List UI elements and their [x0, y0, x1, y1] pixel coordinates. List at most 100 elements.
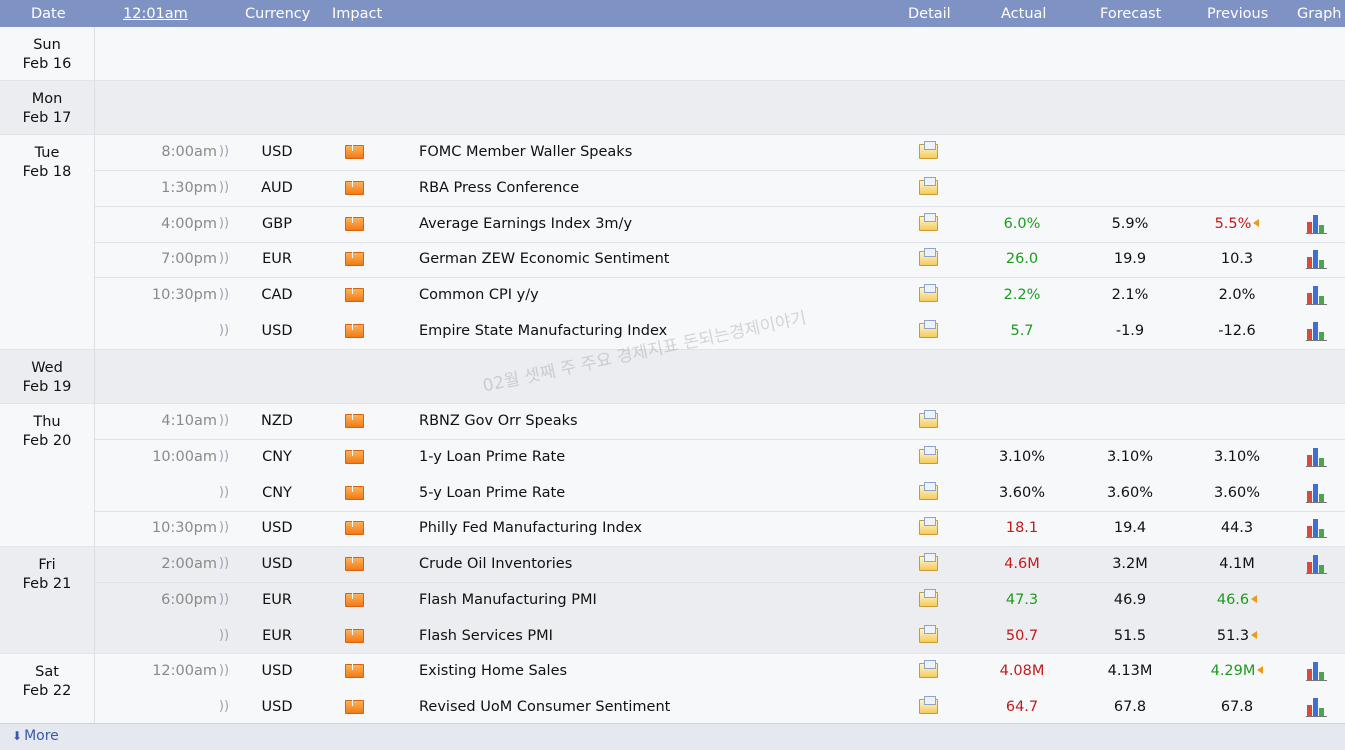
detail-folder-icon[interactable] [917, 619, 941, 655]
detail-folder-icon[interactable] [917, 207, 941, 243]
day-group: Thu Feb 20 4:10am)) NZD RBNZ Gov Orr Speaks 1… [0, 404, 1345, 547]
previous-value: 44.3 [1187, 511, 1287, 547]
sound-alert-icon[interactable]: )) [215, 278, 233, 314]
event-title[interactable]: Crude Oil Inventories [419, 547, 572, 583]
event-title[interactable]: Flash Manufacturing PMI [419, 583, 597, 619]
event-row[interactable]: )) USD Empire State Manufacturing Index 5.7… [95, 314, 1345, 350]
detail-folder-icon[interactable] [917, 135, 941, 171]
event-row[interactable]: )) USD Revised UoM Consumer Sentiment 64.7 6… [95, 690, 1345, 726]
event-title[interactable]: RBNZ Gov Orr Speaks [419, 404, 578, 440]
sound-alert-icon[interactable]: )) [215, 440, 233, 476]
event-title[interactable]: Flash Services PMI [419, 619, 553, 655]
previous-column-header: Previous [1207, 6, 1269, 22]
event-row[interactable]: 12:00am)) USD Existing Home Sales 4.08M 4.13… [95, 654, 1345, 690]
event-title[interactable]: Empire State Manufacturing Index [419, 314, 667, 350]
sound-alert-icon[interactable]: )) [215, 654, 233, 690]
event-row[interactable]: 6:00pm)) EUR Flash Manufacturing PMI 47.3 46… [95, 583, 1345, 619]
sound-alert-icon[interactable]: )) [215, 404, 233, 440]
sound-alert-icon[interactable]: )) [215, 476, 233, 512]
event-row[interactable]: )) CNY 5-y Loan Prime Rate 3.60% 3.60% 3.60% [95, 476, 1345, 512]
impact-folder-icon [345, 690, 367, 726]
event-row[interactable]: 1:30pm)) AUD RBA Press Conference [95, 171, 1345, 207]
forecast-value: 3.2M [1112, 556, 1148, 572]
sound-alert-icon[interactable]: )) [215, 171, 233, 207]
event-time: 1:30pm [161, 180, 217, 196]
graph-icon[interactable] [1306, 654, 1330, 690]
detail-folder-icon[interactable] [917, 511, 941, 547]
currency-code: CAD [261, 287, 293, 303]
event-title[interactable]: Philly Fed Manufacturing Index [419, 511, 642, 547]
sound-alert-icon[interactable]: )) [215, 242, 233, 278]
detail-folder-icon[interactable] [917, 278, 941, 314]
detail-folder-icon[interactable] [917, 476, 941, 512]
timezone-time-link[interactable]: 12:01am [123, 6, 188, 22]
graph-icon[interactable] [1306, 476, 1330, 512]
sound-alert-icon[interactable]: )) [215, 690, 233, 726]
revised-marker-icon[interactable] [1251, 595, 1258, 603]
detail-folder-icon[interactable] [917, 171, 941, 207]
event-time: 4:10am [161, 413, 217, 429]
event-row[interactable]: 10:30pm)) CAD Common CPI y/y 2.2% 2.1% 2.0% [95, 278, 1345, 314]
event-title[interactable]: Revised UoM Consumer Sentiment [419, 690, 670, 726]
sound-alert-icon[interactable]: )) [215, 314, 233, 350]
actual-value: 50.7 [1005, 628, 1039, 644]
revised-marker-icon[interactable] [1251, 631, 1258, 639]
detail-folder-icon[interactable] [917, 314, 941, 350]
sound-alert-icon[interactable]: )) [215, 547, 233, 583]
event-row[interactable]: 10:30pm)) USD Philly Fed Manufacturing Ind… [95, 511, 1345, 547]
sound-alert-icon[interactable]: )) [215, 583, 233, 619]
event-title[interactable]: FOMC Member Waller Speaks [419, 135, 632, 171]
detail-folder-icon[interactable] [917, 547, 941, 583]
sound-alert-icon[interactable]: )) [215, 207, 233, 243]
event-row[interactable]: )) EUR Flash Services PMI 50.7 51.5 51.3 [95, 619, 1345, 655]
event-row[interactable]: 7:00pm)) EUR German ZEW Economic Sentiment… [95, 242, 1345, 278]
event-row[interactable]: 10:00am)) CNY 1-y Loan Prime Rate 3.10% 3.10… [95, 440, 1345, 476]
event-title[interactable]: German ZEW Economic Sentiment [419, 242, 669, 278]
event-row[interactable]: 4:10am)) NZD RBNZ Gov Orr Speaks [95, 404, 1345, 440]
event-time: 10:30pm [151, 287, 217, 303]
date-cell: Thu Feb 20 [0, 404, 95, 546]
currency-code: USD [261, 323, 293, 339]
graph-icon[interactable] [1306, 314, 1330, 350]
event-title[interactable]: Average Earnings Index 3m/y [419, 207, 632, 243]
previous-value: 5.5% [1187, 207, 1287, 243]
previous-value [1187, 171, 1287, 207]
day-group: Wed Feb 19 [0, 350, 1345, 404]
more-link[interactable]: ⬇ More [12, 728, 59, 744]
forecast-value: 19.4 [1113, 520, 1147, 536]
previous-value-text: 67.8 [1220, 699, 1254, 715]
detail-folder-icon[interactable] [917, 690, 941, 726]
event-title[interactable]: 5-y Loan Prime Rate [419, 476, 565, 512]
sound-alert-icon[interactable]: )) [215, 511, 233, 547]
detail-folder-icon[interactable] [917, 583, 941, 619]
graph-icon[interactable] [1306, 440, 1330, 476]
event-title[interactable]: Existing Home Sales [419, 654, 567, 690]
detail-folder-icon[interactable] [917, 654, 941, 690]
detail-folder-icon[interactable] [917, 440, 941, 476]
event-row[interactable]: 2:00am)) USD Crude Oil Inventories 4.6M 3.2M… [95, 547, 1345, 583]
graph-icon[interactable] [1306, 690, 1330, 726]
forecast-value [1080, 404, 1180, 440]
graph-icon[interactable] [1306, 242, 1330, 278]
revised-marker-icon[interactable] [1257, 666, 1264, 674]
event-row[interactable]: 8:00am)) USD FOMC Member Waller Speaks [95, 135, 1345, 171]
graph-icon[interactable] [1306, 547, 1330, 583]
sound-alert-icon[interactable]: )) [215, 135, 233, 171]
weekday-label: Wed [31, 360, 63, 376]
graph-icon[interactable] [1306, 278, 1330, 314]
revised-marker-icon[interactable] [1253, 219, 1260, 227]
sound-alert-icon[interactable]: )) [215, 619, 233, 655]
currency-code: CNY [262, 449, 292, 465]
weekday-label: Mon [31, 91, 63, 107]
event-title[interactable]: Common CPI y/y [419, 278, 539, 314]
detail-folder-icon[interactable] [917, 242, 941, 278]
detail-folder-icon[interactable] [917, 404, 941, 440]
event-row[interactable]: 4:00pm)) GBP Average Earnings Index 3m/y 6.… [95, 207, 1345, 243]
graph-icon[interactable] [1306, 207, 1330, 243]
previous-value-text: 46.6 [1216, 592, 1250, 608]
event-title[interactable]: 1-y Loan Prime Rate [419, 440, 565, 476]
event-title[interactable]: RBA Press Conference [419, 171, 579, 207]
graph-icon[interactable] [1306, 511, 1330, 547]
date-cell: Fri Feb 21 [0, 547, 95, 653]
date-cell: Mon Feb 17 [0, 81, 95, 134]
